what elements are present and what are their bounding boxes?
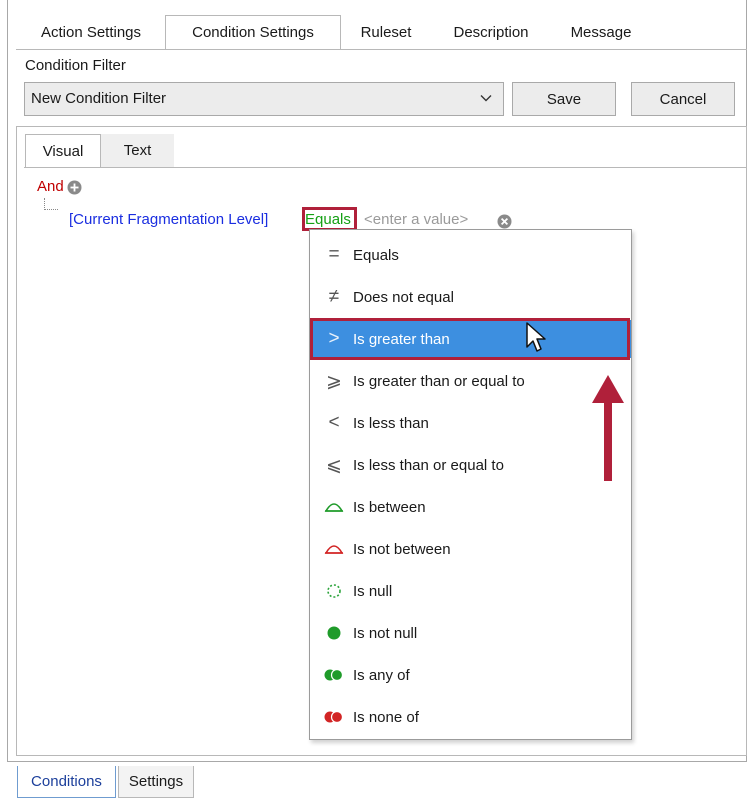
tab-description[interactable]: Description <box>431 15 551 49</box>
equals-icon: = <box>328 244 340 265</box>
not-equal-icon: ≠ <box>328 286 340 307</box>
menu-item-is-between[interactable]: Is between <box>310 488 631 526</box>
inner-tab-divider <box>24 167 747 168</box>
save-button[interactable]: Save <box>512 82 616 116</box>
menu-item-is-not-between[interactable]: Is not between <box>310 530 631 568</box>
menu-item-label: Is none of <box>353 708 419 726</box>
group-operator-and[interactable]: And <box>37 178 64 195</box>
not-between-icon <box>323 538 345 560</box>
operator-highlight-box <box>302 207 357 231</box>
condition-filter-value: New Condition Filter <box>31 90 167 107</box>
menu-item-does-not-equal[interactable]: ≠ Does not equal <box>310 278 631 316</box>
tab-strip-divider <box>16 49 747 50</box>
menu-item-label: Is less than or equal to <box>353 456 504 474</box>
tab-condition-settings[interactable]: Condition Settings <box>165 15 341 49</box>
menu-item-is-none-of[interactable]: Is none of <box>310 698 631 736</box>
menu-item-is-less-than-or-equal-to[interactable]: ⩽ Is less than or equal to <box>310 446 631 484</box>
menu-item-is-not-null[interactable]: Is not null <box>310 614 631 652</box>
menu-item-label: Is null <box>353 582 393 600</box>
between-icon <box>323 496 345 518</box>
menu-item-is-less-than[interactable]: < Is less than <box>310 404 631 442</box>
tab-text[interactable]: Text <box>101 134 174 167</box>
condition-filter-label: Condition Filter <box>25 57 126 74</box>
tab-action-settings[interactable]: Action Settings <box>17 15 165 49</box>
condition-filter-dropdown[interactable]: New Condition Filter <box>24 82 504 116</box>
menu-item-label: Is greater than or equal to <box>353 372 525 390</box>
menu-item-label: Is not between <box>353 540 451 558</box>
menu-item-label: Equals <box>353 246 399 264</box>
condition-field[interactable]: [Current Fragmentation Level] <box>69 211 268 228</box>
mouse-cursor-icon <box>526 322 546 352</box>
menu-item-label: Is not null <box>353 624 418 642</box>
none-of-icon <box>323 706 345 728</box>
menu-item-label: Is less than <box>353 414 429 432</box>
cancel-button[interactable]: Cancel <box>631 82 735 116</box>
tab-conditions[interactable]: Conditions <box>17 766 116 798</box>
annotation-arrow-icon <box>592 375 624 481</box>
selected-item-highlight-box <box>310 318 630 360</box>
menu-item-label: Is any of <box>353 666 410 684</box>
tab-settings[interactable]: Settings <box>118 766 194 798</box>
condition-value-input[interactable]: <enter a value> <box>364 211 468 228</box>
tab-ruleset[interactable]: Ruleset <box>341 15 431 49</box>
menu-item-is-greater-than-or-equal-to[interactable]: ⩾ Is greater than or equal to <box>310 362 631 400</box>
chevron-down-icon <box>480 95 492 102</box>
greater-equal-icon: ⩾ <box>326 370 342 392</box>
less-than-icon: < <box>328 412 340 433</box>
remove-condition-icon[interactable] <box>497 214 512 229</box>
tab-message[interactable]: Message <box>551 15 651 49</box>
any-of-icon <box>323 664 345 686</box>
menu-item-label: Is between <box>353 498 426 516</box>
menu-item-label: Does not equal <box>353 288 454 306</box>
less-equal-icon: ⩽ <box>326 454 342 476</box>
operator-dropdown-menu: = Equals ≠ Does not equal > Is greater t… <box>309 229 632 740</box>
null-icon <box>323 580 345 602</box>
menu-item-is-any-of[interactable]: Is any of <box>310 656 631 694</box>
not-null-icon <box>323 622 345 644</box>
add-condition-icon[interactable] <box>67 180 82 195</box>
menu-item-is-null[interactable]: Is null <box>310 572 631 610</box>
menu-item-equals[interactable]: = Equals <box>310 236 631 274</box>
tab-visual[interactable]: Visual <box>25 134 101 167</box>
tree-connector <box>44 198 58 210</box>
